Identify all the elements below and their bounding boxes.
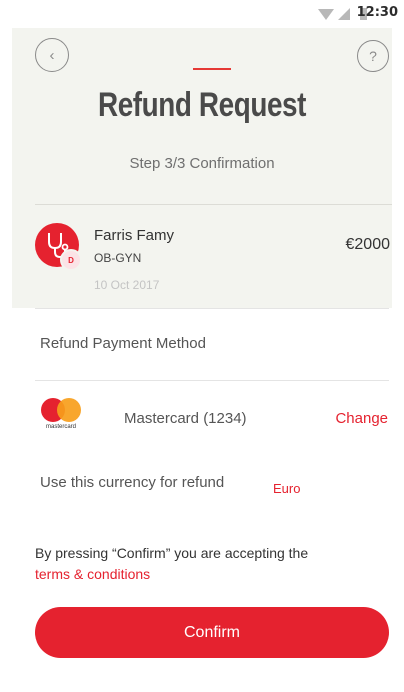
page-title: Refund Request [97,86,307,124]
currency-selector[interactable]: Euro [273,481,300,496]
back-button[interactable]: ‹ [35,38,69,72]
question-icon: ? [369,48,377,64]
appointment-date: 10 Oct 2017 [94,278,160,292]
mastercard-orange-circle [57,398,81,422]
doctor-name: Farris Famy [94,227,174,244]
terms-link[interactable]: terms & conditions [35,566,150,582]
title-accent-dash [193,68,231,70]
step-indicator: Step 3/3 Confirmation [129,155,275,172]
change-card-link[interactable]: Change [335,410,388,427]
help-button[interactable]: ? [357,40,389,72]
section-divider [35,380,389,381]
mastercard-wordmark: mastercard [45,424,76,430]
section-divider [35,308,389,309]
header-divider [35,204,392,205]
status-bar: 12:30 [0,0,404,28]
chevron-left-icon: ‹ [49,46,55,64]
currency-label: Use this currency for refund [40,474,225,491]
consent-text: By pressing “Confirm” you are accepting … [35,543,395,585]
mastercard-logo: mastercard [40,398,82,432]
status-time: 12:30 [356,5,398,20]
refund-amount: €2000 [345,236,391,253]
wifi-icon [318,9,334,20]
signal-icon [338,8,350,20]
card-label: Mastercard (1234) [124,410,247,427]
refund-header: ‹ ? Refund Request Step 3/3 Confirmation… [12,28,392,308]
doctor-specialty: OB-GYN [94,251,142,265]
payment-method-label: Refund Payment Method [40,335,206,352]
doctor-badge: D [60,249,82,271]
confirm-button[interactable]: Confirm [35,607,389,658]
consent-message: By pressing “Confirm” you are accepting … [35,545,309,561]
